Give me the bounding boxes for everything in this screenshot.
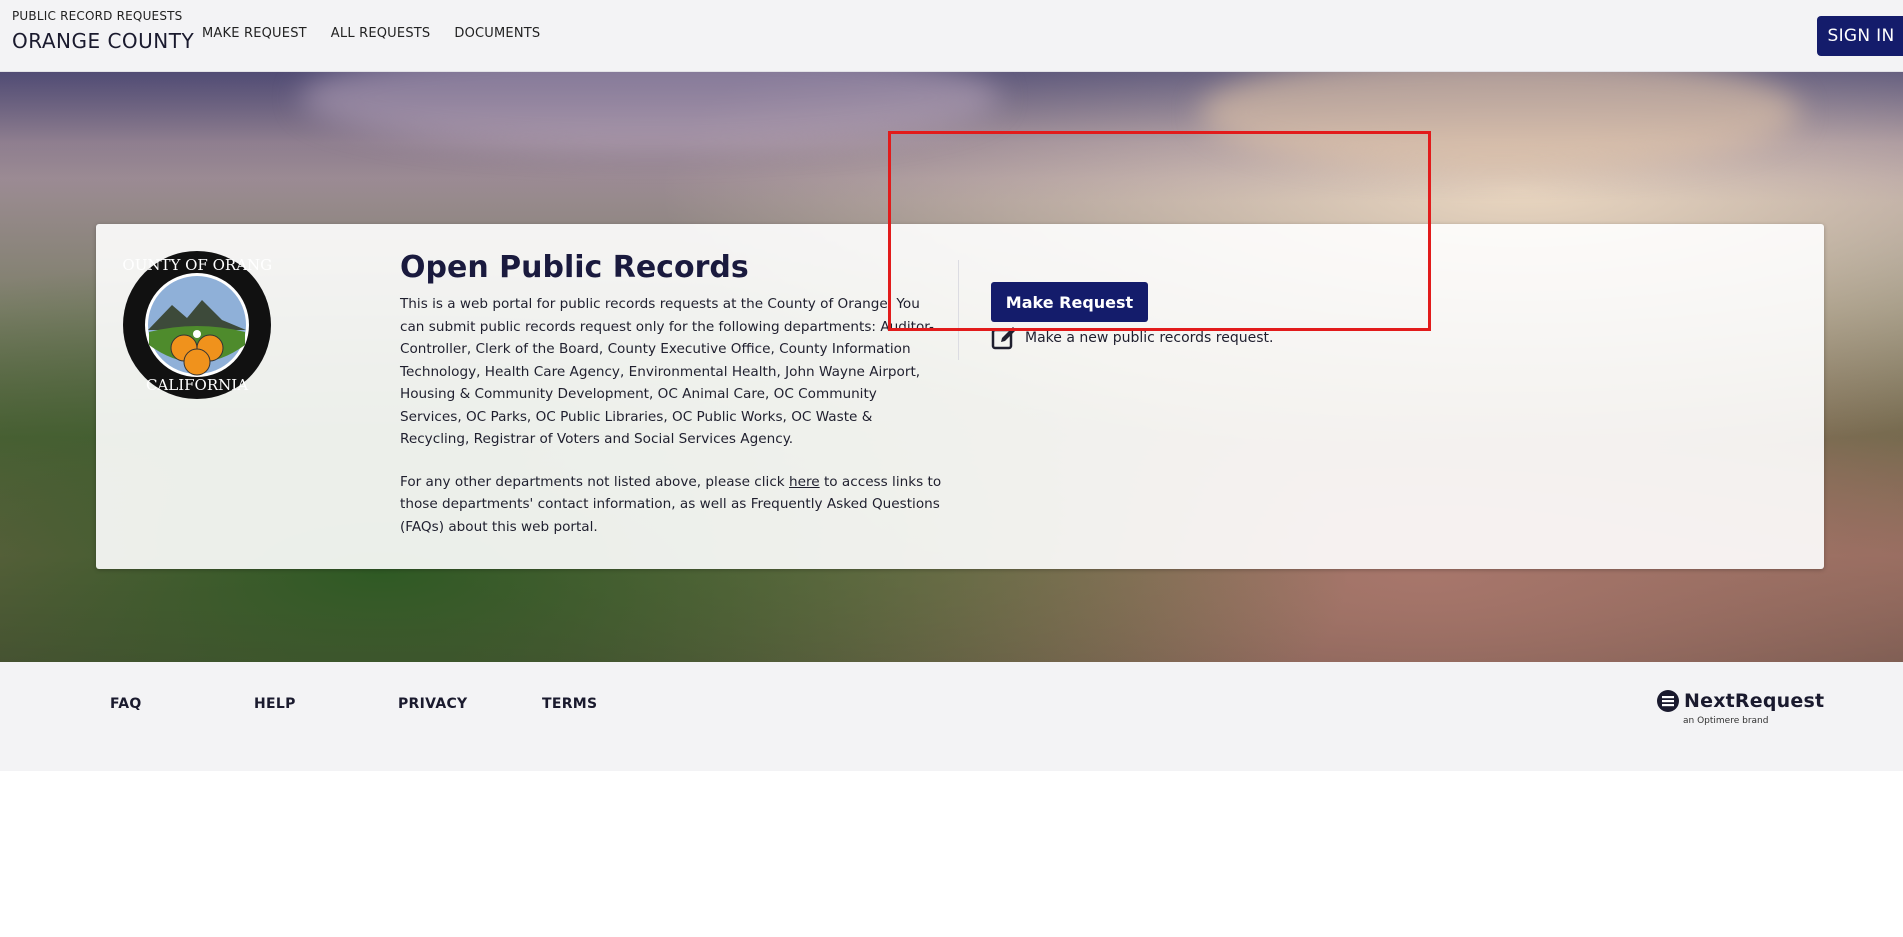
nextrequest-brand-text: NextRequest [1684,690,1825,712]
footer-terms-link[interactable]: TERMS [542,696,686,712]
main-nav: MAKE REQUEST ALL REQUESTS DOCUMENTS [202,26,540,41]
nextrequest-mark-icon [1657,690,1679,712]
footer-privacy-link[interactable]: PRIVACY [398,696,542,712]
page-title: Open Public Records [400,250,749,285]
brand-subtitle[interactable]: PUBLIC RECORD REQUESTS [12,9,183,23]
intro-text-block: Open Public Records This is a web portal… [400,250,942,538]
nextrequest-logo[interactable]: NextRequest [1656,689,1824,713]
seal-top-text: COUNTY OF ORANGE [122,256,272,274]
sign-in-button[interactable]: SIGN IN [1817,16,1903,56]
county-seal-logo: COUNTY OF ORANGE CALIFORNIA [122,251,272,399]
intro-paragraph: This is a web portal for public records … [400,296,934,447]
paragraph-text: For any other departments not listed abo… [400,473,789,490]
site-footer: FAQ HELP PRIVACY TERMS NextRequest an Op… [0,662,1903,771]
nav-all-requests[interactable]: ALL REQUESTS [331,26,431,41]
nav-documents[interactable]: DOCUMENTS [454,26,540,41]
other-departments-paragraph: For any other departments not listed abo… [400,471,942,539]
footer-links: FAQ HELP PRIVACY TERMS [110,696,686,712]
footer-faq-link[interactable]: FAQ [110,696,254,712]
site-header: PUBLIC RECORD REQUESTS ORANGE COUNTY MAK… [0,0,1903,72]
make-request-text: Make a new public records request. [1025,330,1274,346]
here-link[interactable]: here [789,474,820,490]
nextrequest-subtext: an Optimere brand [1683,716,1769,726]
highlight-box [888,131,1431,331]
seal-bottom-text: CALIFORNIA [146,376,248,394]
footer-help-link[interactable]: HELP [254,696,398,712]
nav-make-request[interactable]: MAKE REQUEST [202,26,307,41]
brand-title[interactable]: ORANGE COUNTY [12,29,194,53]
